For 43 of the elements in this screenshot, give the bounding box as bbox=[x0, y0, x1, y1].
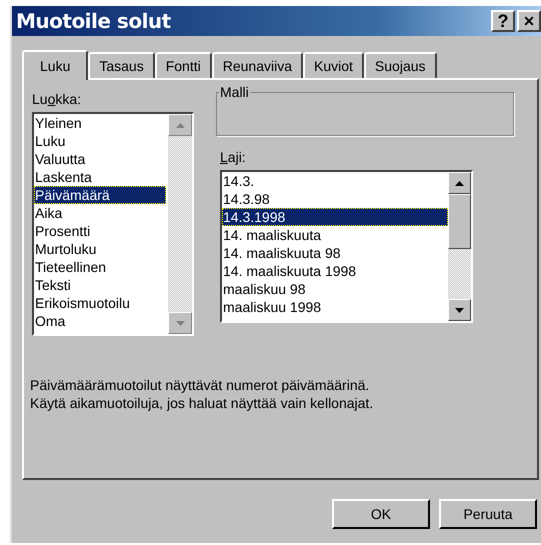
scroll-thumb[interactable] bbox=[448, 194, 471, 249]
tab[interactable]: Kuviot bbox=[303, 52, 364, 78]
list-item[interactable]: Laskenta bbox=[34, 168, 166, 186]
down-arrow-icon bbox=[455, 308, 464, 312]
scrollbar[interactable] bbox=[448, 172, 471, 321]
ok-button[interactable]: OK bbox=[332, 499, 430, 529]
list-item[interactable]: Murtoluku bbox=[34, 240, 166, 258]
list-item[interactable]: maaliskuu 1998 bbox=[222, 298, 448, 316]
category-label: Luokka: bbox=[32, 90, 82, 108]
close-button[interactable]: × bbox=[517, 10, 541, 32]
list-item[interactable]: 14. maaliskuuta bbox=[222, 226, 448, 244]
description-text: Käytä aikamuotoiluja, jos haluat näyttää vain kellonajat. bbox=[30, 394, 374, 412]
tab[interactable]: Fontti bbox=[154, 52, 212, 78]
list-item[interactable]: 14. maaliskuuta 98 bbox=[222, 244, 448, 262]
up-arrow-icon bbox=[176, 122, 184, 128]
list-item[interactable]: maaliskuu 98 bbox=[222, 280, 448, 298]
type-label: Laji: bbox=[220, 148, 247, 166]
down-arrow-icon bbox=[176, 320, 184, 326]
tab[interactable]: Luku bbox=[22, 50, 88, 80]
list-item[interactable]: Valuutta bbox=[34, 150, 166, 168]
list-item[interactable]: 14.3.98 bbox=[222, 190, 448, 208]
tab[interactable]: Tasaus bbox=[88, 52, 155, 78]
list-item[interactable]: 14.3. bbox=[222, 172, 448, 190]
list-item[interactable]: Prosentti bbox=[34, 222, 166, 240]
help-button[interactable]: ? bbox=[491, 10, 515, 32]
list-item[interactable]: Aika bbox=[34, 204, 166, 222]
tab[interactable]: Reunaviiva bbox=[212, 52, 303, 78]
list-item[interactable]: Teksti bbox=[34, 276, 166, 294]
list-item[interactable]: Tieteellinen bbox=[34, 258, 166, 276]
list-item[interactable]: Oma bbox=[34, 312, 166, 330]
up-arrow-icon bbox=[455, 180, 464, 186]
scroll-up-button[interactable] bbox=[448, 172, 471, 194]
description-text: Päivämäärämuotoilut näyttävät numerot päivämäärinä. bbox=[30, 376, 370, 394]
list-item[interactable]: 14.3.1998 bbox=[222, 208, 448, 226]
list-item[interactable]: Erikoismuotoilu bbox=[34, 294, 166, 312]
cancel-button[interactable]: Peruuta bbox=[439, 499, 537, 529]
window-title: Muotoile solut bbox=[16, 8, 171, 35]
list-item[interactable]: Luku bbox=[34, 132, 166, 150]
list-item[interactable]: Päivämäärä bbox=[34, 186, 166, 204]
list-item[interactable]: 14. maaliskuuta 1998 bbox=[222, 262, 448, 280]
tab[interactable]: Suojaus bbox=[364, 52, 437, 78]
scroll-down-button[interactable] bbox=[448, 299, 471, 321]
list-item[interactable]: Yleinen bbox=[34, 114, 166, 132]
